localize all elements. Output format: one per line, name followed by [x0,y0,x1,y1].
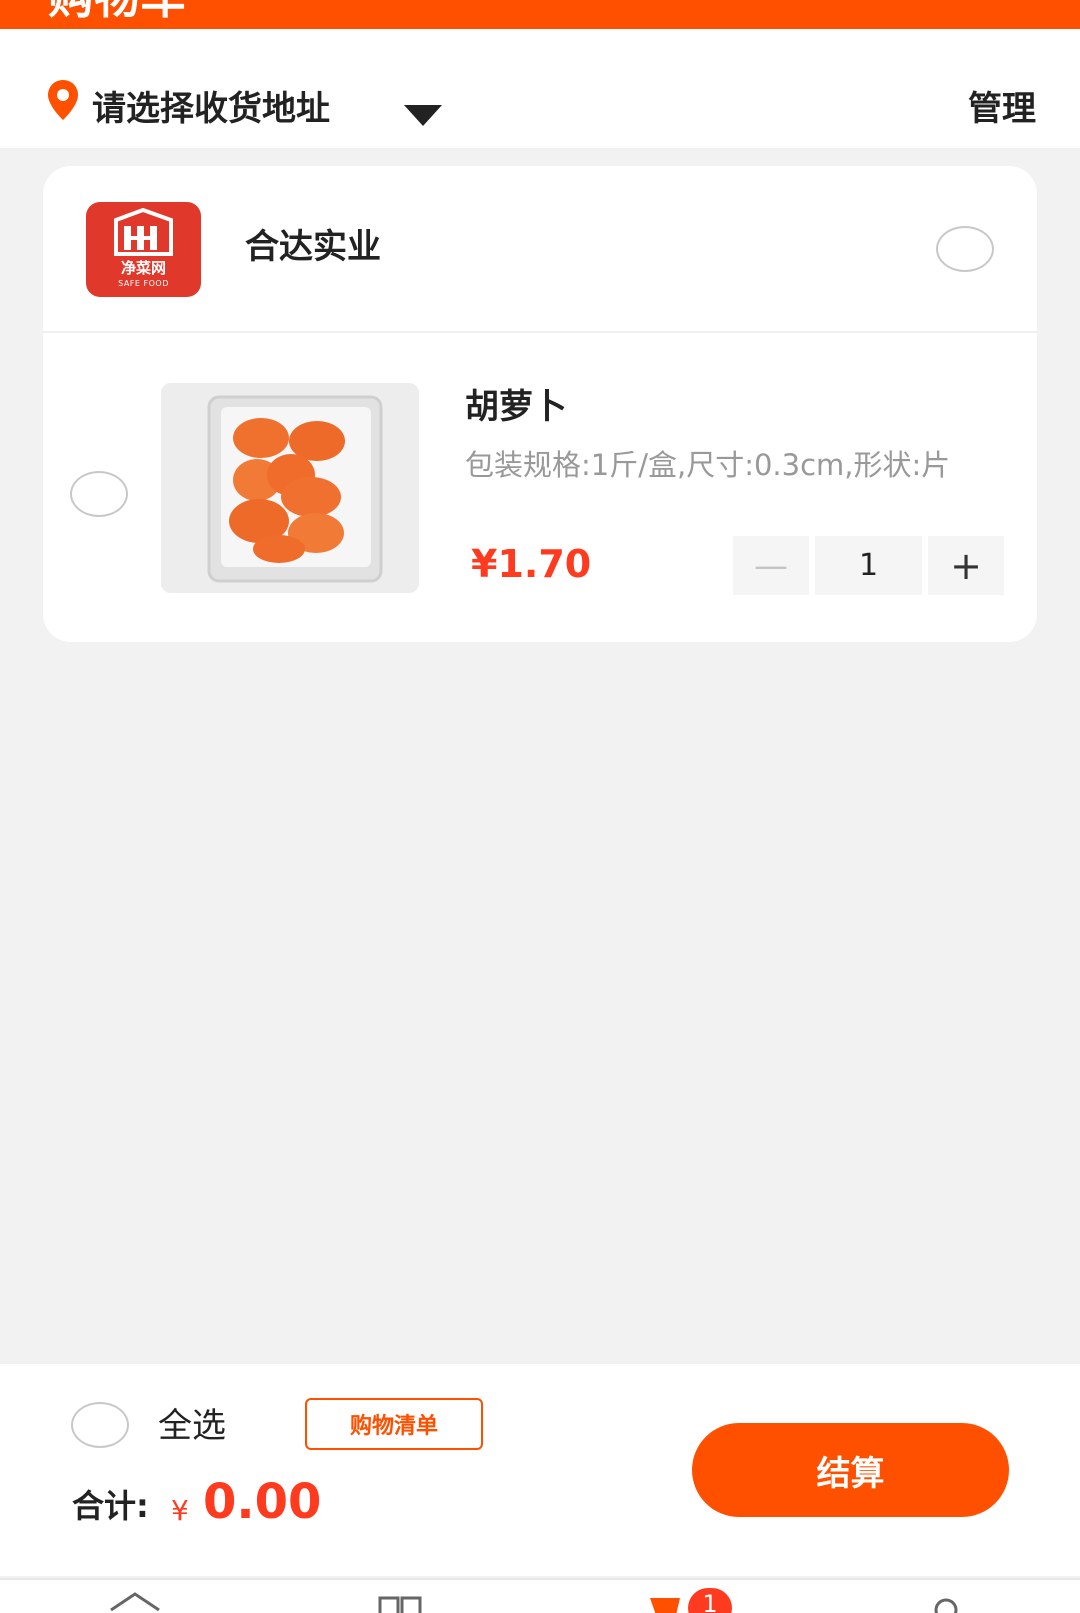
caret-down-icon[interactable] [402,102,444,128]
title-bar: 购物车 [0,0,1080,29]
profile-icon [934,1598,958,1613]
total-currency: ¥ [171,1494,189,1527]
category-icon [378,1596,422,1613]
home-icon [110,1592,160,1612]
checkout-button[interactable]: 结算 [692,1423,1009,1517]
store-logo: 净菜网 SAFE FOOD [86,202,201,297]
address-bar[interactable]: 请选择收货地址 管理 [0,29,1080,148]
product-spec: 包装规格:1斤/盒,尺寸:0.3cm,形状:片 [465,448,951,482]
address-prompt[interactable]: 请选择收货地址 [92,89,330,129]
manage-button[interactable]: 管理 [968,89,1036,129]
cart-page: 购物车 请选择收货地址 管理 净菜网 SAFE FOOD [0,0,1080,1613]
total-amount: 0.00 [203,1474,322,1530]
store-select-radio[interactable] [936,226,994,272]
tab-profile[interactable] [920,1580,980,1613]
item-select-radio[interactable] [70,471,128,517]
select-all-radio[interactable] [71,1402,129,1448]
page-title: 购物车 [48,0,186,22]
quantity-value[interactable]: 1 [815,536,922,595]
tab-bar [0,1578,1080,1613]
tab-category[interactable] [370,1580,440,1613]
increase-button[interactable]: + [928,536,1004,595]
location-pin-icon [48,80,78,120]
shopping-list-button[interactable]: 购物清单 [305,1398,483,1450]
product-name[interactable]: 胡萝卜 [465,385,567,429]
tab-home[interactable] [100,1580,170,1613]
select-all-label[interactable]: 全选 [158,1404,226,1448]
product-price: ¥1.70 [471,542,592,586]
product-image[interactable] [161,383,419,593]
carrot-slices-image [161,383,419,593]
store-card: 净菜网 SAFE FOOD 合达实业 胡萝卜 包装规格:1斤/盒,尺寸:0.3c… [43,166,1037,642]
logo-text-en: SAFE FOOD [118,279,169,288]
summary-bar: 全选 购物清单 合计: ¥ 0.00 结算 [0,1364,1080,1576]
logo-text-cn: 净菜网 [120,259,166,277]
store-building-icon [114,207,173,256]
total-label: 合计: [72,1487,149,1525]
decrease-button[interactable]: — [733,536,809,595]
store-header: 净菜网 SAFE FOOD 合达实业 [43,166,1037,333]
store-name[interactable]: 合达实业 [245,226,381,268]
